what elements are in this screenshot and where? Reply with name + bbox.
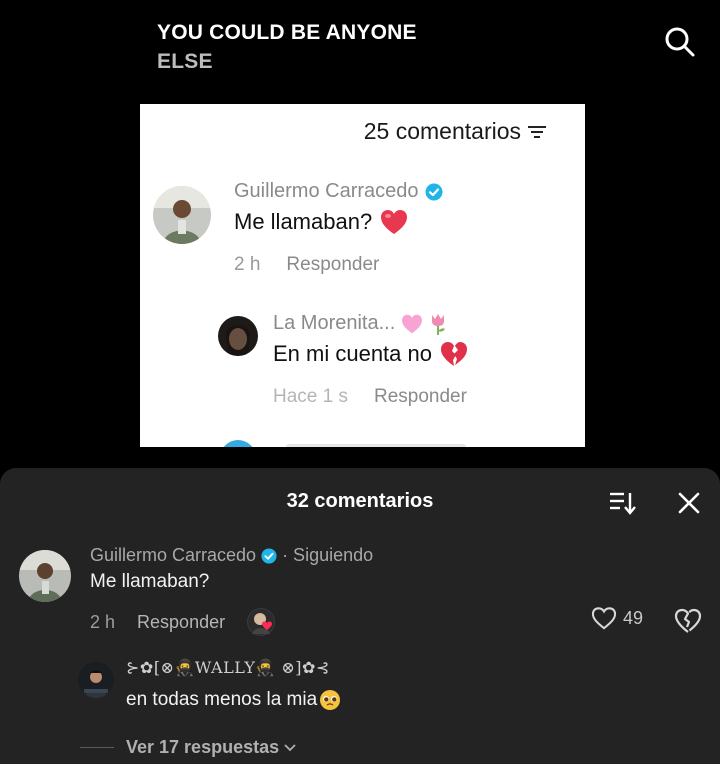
avatar bbox=[153, 186, 211, 244]
sort-icon[interactable] bbox=[608, 490, 636, 516]
comment-text: Me llamaban? bbox=[234, 209, 408, 235]
broken-heart-icon bbox=[440, 342, 467, 366]
chevron-down-icon bbox=[284, 743, 296, 751]
comment-time: 2 h bbox=[90, 611, 116, 632]
tulip-icon bbox=[432, 313, 446, 335]
heart-outline-icon bbox=[591, 607, 617, 630]
reply-button[interactable]: Responder bbox=[137, 612, 225, 633]
reply-author[interactable]: ⊱✿[⊗🥷WALLY🥷 ⊗]✿⊰ bbox=[126, 658, 330, 677]
close-icon[interactable] bbox=[676, 490, 702, 516]
video-title: YOU COULD BE ANYONE ELSE bbox=[157, 18, 417, 76]
avatar bbox=[218, 316, 258, 356]
divider bbox=[80, 747, 114, 748]
like-count: 49 bbox=[623, 607, 644, 628]
comment-author[interactable]: Guillermo Carracedo · Siguiendo bbox=[90, 545, 373, 566]
view-replies-button[interactable]: Ver 17 respuestas bbox=[80, 737, 297, 758]
embedded-comment-count: 25 comentarios bbox=[364, 118, 547, 145]
verified-icon bbox=[425, 183, 443, 200]
comment-time: 2 h bbox=[234, 254, 261, 275]
creator-liked-icon bbox=[247, 608, 276, 636]
pink-heart-icon bbox=[402, 314, 423, 333]
filter-icon bbox=[528, 125, 546, 138]
red-heart-icon bbox=[381, 210, 408, 234]
reply-text: en todas menos la mia bbox=[126, 689, 341, 711]
comment-time: Hace 1 s bbox=[273, 386, 348, 407]
comment-meta: Hace 1 s Responder bbox=[273, 386, 467, 408]
video-title-line2: ELSE bbox=[157, 50, 213, 73]
avatar[interactable] bbox=[19, 550, 71, 602]
comment-text: En mi cuenta no bbox=[273, 341, 468, 367]
reply-button: Responder bbox=[373, 386, 467, 407]
video-title-line1: YOU COULD BE ANYONE bbox=[157, 21, 417, 44]
search-icon[interactable] bbox=[662, 24, 698, 60]
divider bbox=[286, 444, 466, 447]
reply-button: Responder bbox=[286, 254, 380, 275]
pleading-face-icon bbox=[320, 690, 341, 710]
comment-text: Me llamaban? bbox=[90, 571, 210, 592]
like-button[interactable]: 49 bbox=[591, 606, 643, 630]
dislike-icon[interactable] bbox=[674, 606, 702, 634]
comment-meta: 2 h Responder bbox=[234, 254, 379, 276]
avatar bbox=[220, 440, 256, 447]
comment-author: Guillermo Carracedo bbox=[234, 180, 443, 203]
verified-icon bbox=[261, 547, 277, 564]
avatar[interactable] bbox=[78, 662, 114, 698]
embedded-comment-screenshot: 25 comentarios Guillermo Carracedo Me ll… bbox=[140, 104, 585, 447]
comment-author: La Morenita... bbox=[273, 312, 447, 335]
following-status: · Siguiendo bbox=[282, 545, 374, 565]
comment-meta: 2 h Responder bbox=[90, 608, 276, 636]
